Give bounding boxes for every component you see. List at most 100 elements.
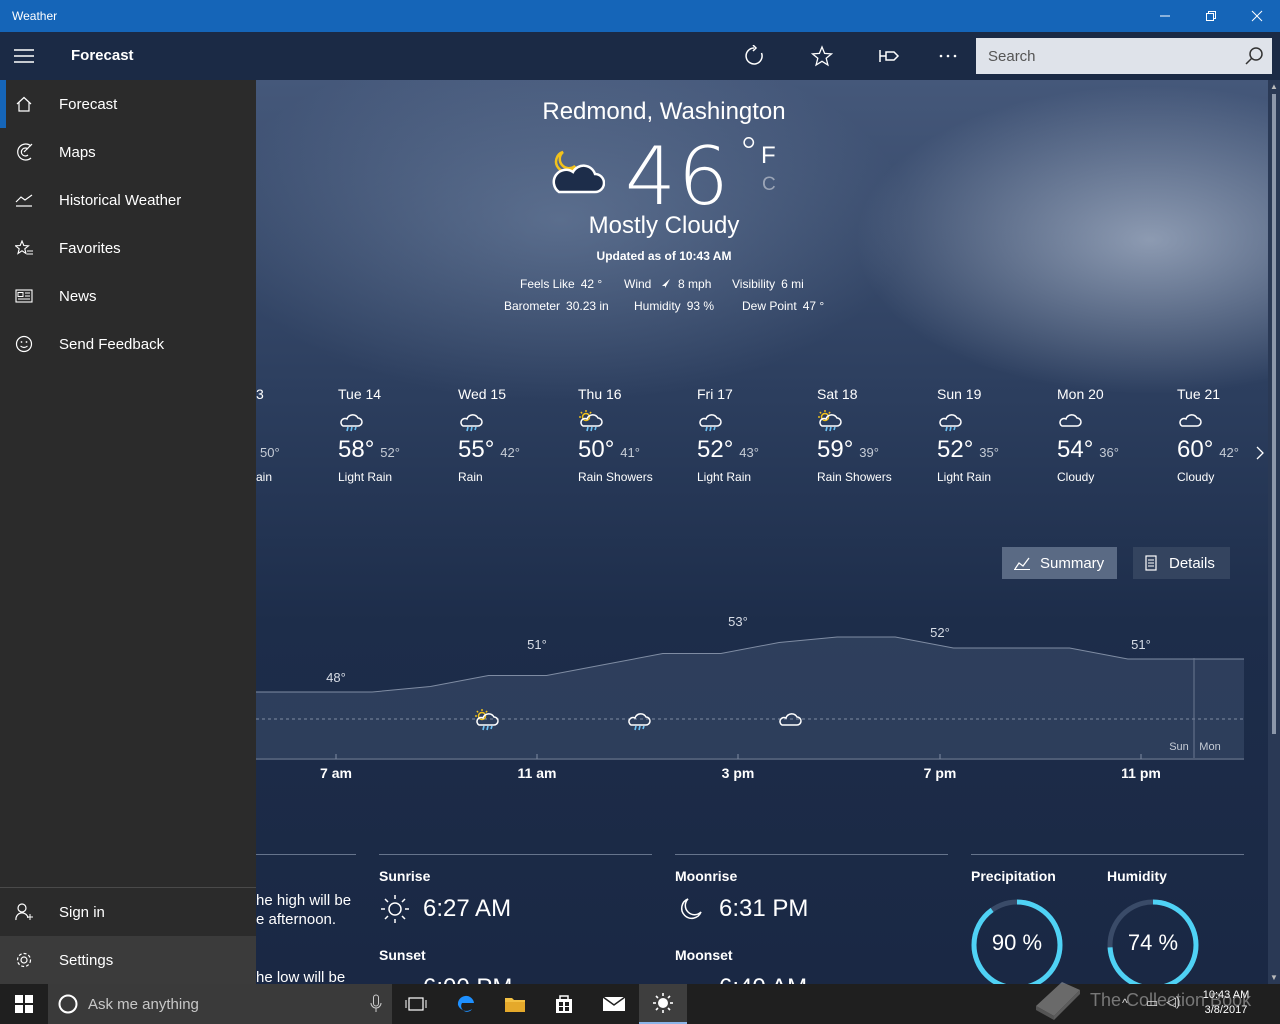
detail-visibility: Visibility 6 mi <box>732 277 804 291</box>
day-temps: 59° 39° <box>817 436 937 464</box>
chevron-right-icon <box>1256 446 1264 460</box>
low-temp: 41° <box>620 445 640 460</box>
precipitation-value: 90 % <box>991 930 1043 955</box>
mail-app-button[interactable] <box>590 984 638 1024</box>
search-button[interactable] <box>1236 38 1272 74</box>
nav-item-send-feedback[interactable]: Send Feedback <box>0 320 256 368</box>
divider-rings <box>971 854 1244 855</box>
details-button[interactable]: Details <box>1133 547 1230 579</box>
moonrise-icon <box>681 898 702 919</box>
rain-icon <box>340 414 363 432</box>
temperature-label: 51° <box>1131 637 1151 652</box>
radar-icon <box>0 128 48 176</box>
window-title: Weather <box>12 9 58 23</box>
start-button[interactable] <box>0 984 48 1024</box>
task-view-button[interactable] <box>392 984 440 1024</box>
nav-item-favorites[interactable]: Favorites <box>0 224 256 272</box>
search-input[interactable] <box>976 38 1226 74</box>
day-condition: Cloudy <box>1177 470 1215 484</box>
title-bar: Weather <box>0 0 1280 32</box>
day-temps: 52° 35° <box>937 436 1057 464</box>
scroll-up-icon[interactable]: ▲ <box>1270 82 1278 91</box>
restore-icon <box>1206 11 1216 21</box>
page-title: Forecast <box>71 47 134 64</box>
temperature-label: 52° <box>930 625 950 640</box>
weather-app-button[interactable] <box>639 984 687 1024</box>
day-condition: Rain Showers <box>578 470 653 484</box>
divider-moon <box>675 854 948 855</box>
detail-wind: Wind 8 mph <box>624 277 712 291</box>
nav-item-maps[interactable]: Maps <box>0 128 256 176</box>
daily-forecast-item[interactable]: Thu 16 50° 41° Rain Showers <box>578 386 698 484</box>
temperature-area <box>256 637 1244 758</box>
edge-app-button[interactable] <box>442 984 490 1024</box>
current-temperature: 46 ° F C <box>545 130 805 223</box>
cloud-icon <box>1059 414 1082 427</box>
nav-item-sign-in[interactable]: Sign in <box>0 888 256 936</box>
day-name: Tue 21 <box>1177 386 1221 402</box>
sun-rain-icon <box>579 410 603 432</box>
store-app-button[interactable] <box>540 984 588 1024</box>
minimize-button[interactable] <box>1142 0 1188 32</box>
favorite-button[interactable] <box>798 32 846 80</box>
day-condition: Light Rain <box>697 470 752 484</box>
location-name: Redmond, Washington <box>542 98 786 125</box>
daily-forecast-item[interactable]: Mon 20 54° 36° Cloudy <box>1057 386 1177 484</box>
unit-fahrenheit[interactable]: F <box>761 142 776 170</box>
hamburger-icon <box>14 49 34 63</box>
high-temp: 55° <box>458 436 495 463</box>
temperature-value: 46 ° <box>625 130 761 223</box>
person-add-icon <box>0 888 48 936</box>
day-name: Wed 15 <box>458 386 506 402</box>
daily-forecast-item[interactable]: 3 50° ain <box>256 386 336 484</box>
temperature-label: 48° <box>326 670 346 685</box>
x-tick-label: 7 am <box>320 765 352 781</box>
summary-button[interactable]: Summary <box>1002 547 1117 579</box>
close-button[interactable] <box>1234 0 1280 32</box>
condition-text: Mostly Cloudy <box>588 212 740 239</box>
daily-forecast-item[interactable]: Sat 18 59° 39° Rain Showers <box>817 386 937 484</box>
main-scrollbar[interactable]: ▲ ▼ <box>1268 80 1280 984</box>
day-icon-wrap <box>256 410 336 432</box>
day-name: Fri 17 <box>697 386 733 402</box>
unit-celsius[interactable]: C <box>762 174 776 196</box>
day-condition: Light Rain <box>937 470 992 484</box>
scroll-thumb[interactable] <box>1272 94 1276 734</box>
daily-forecast-item[interactable]: Tue 21 60° 42° Cloudy <box>1177 386 1280 484</box>
partly-cloudy-night-icon <box>552 150 605 194</box>
file-explorer-button[interactable] <box>491 984 539 1024</box>
star-list-icon <box>0 224 48 272</box>
day-temps: 50° 41° <box>578 436 698 464</box>
daily-forecast-item[interactable]: Sun 19 52° 35° Light Rain <box>937 386 1057 484</box>
nav-item-settings[interactable]: Settings <box>0 936 256 984</box>
detail-dew-point: Dew Point 47 ° <box>742 299 825 313</box>
search-box[interactable] <box>976 38 1272 74</box>
day-icon-wrap <box>338 410 458 432</box>
daily-forecast-item[interactable]: Fri 17 52° 43° Light Rain <box>697 386 817 484</box>
restore-button[interactable] <box>1188 0 1234 32</box>
daily-forecast-item[interactable]: Tue 14 58° 52° Light Rain <box>338 386 458 484</box>
day-temps: 50° <box>256 436 336 464</box>
more-button[interactable] <box>924 32 972 80</box>
hourly-chart: 7 am 11 am 3 pm 7 pm 11 pm 48° 51° 53° 52° 51° Sun… <box>256 614 1244 781</box>
nav-item-news[interactable]: News <box>0 272 256 320</box>
pin-button[interactable] <box>866 32 914 80</box>
day-name: 3 <box>256 386 264 402</box>
task-view-icon <box>405 997 427 1011</box>
day-icon-wrap <box>458 410 578 432</box>
day-icon-wrap <box>1057 410 1177 432</box>
nav-item-forecast[interactable]: Forecast <box>0 80 256 128</box>
refresh-button[interactable] <box>730 32 778 80</box>
line-chart-icon <box>1014 557 1030 570</box>
divider-sun <box>379 854 652 855</box>
hamburger-button[interactable] <box>0 32 48 80</box>
low-temp: 35° <box>979 445 999 460</box>
store-icon <box>556 995 572 1013</box>
microphone-icon[interactable] <box>370 994 382 1014</box>
cortana-search-box[interactable]: Ask me anything <box>48 984 392 1024</box>
nav-item-historical-weather[interactable]: Historical Weather <box>0 176 256 224</box>
daily-forecast-item[interactable]: Wed 15 55° 42° Rain <box>458 386 578 484</box>
next-days-button[interactable] <box>1254 445 1266 466</box>
day-icon-wrap <box>937 410 1057 432</box>
gear-icon <box>0 936 48 984</box>
